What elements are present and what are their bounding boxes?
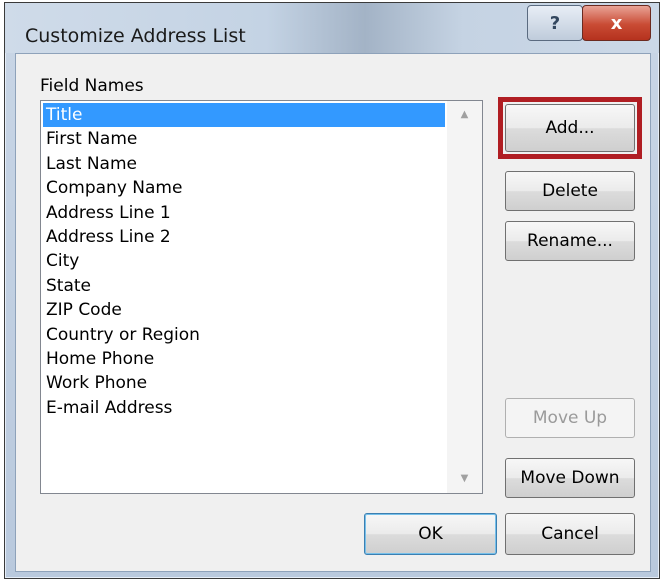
field-names-listbox[interactable]: Title First Name Last Name Company Name Addr… — [40, 100, 483, 494]
cancel-button[interactable]: Cancel — [505, 513, 635, 555]
listbox-scrollbar[interactable]: ▲ ▼ — [447, 101, 482, 493]
field-names-label: Field Names — [40, 76, 144, 96]
list-item[interactable]: City — [43, 249, 445, 273]
rename-button[interactable]: Rename... — [505, 221, 635, 261]
ok-button[interactable]: OK — [364, 513, 497, 555]
list-item[interactable]: E-mail Address — [43, 396, 445, 420]
list-item[interactable]: Address Line 1 — [43, 201, 445, 225]
close-button[interactable]: x — [582, 5, 651, 41]
title-bar[interactable]: Customize Address List ? x — [5, 3, 659, 53]
move-up-button[interactable]: Move Up — [505, 398, 635, 438]
dialog-client-area: Field Names Title First Name Last Name Comp… — [15, 53, 651, 572]
list-item[interactable]: First Name — [43, 127, 445, 151]
list-item[interactable]: ZIP Code — [43, 298, 445, 322]
field-list: Title First Name Last Name Company Name Addr… — [43, 103, 445, 420]
window-title: Customize Address List — [25, 25, 246, 47]
list-item[interactable]: Work Phone — [43, 371, 445, 395]
help-icon: ? — [549, 12, 561, 34]
list-item[interactable]: Last Name — [43, 152, 445, 176]
scroll-down-arrow-icon[interactable]: ▼ — [447, 467, 482, 491]
delete-button[interactable]: Delete — [505, 171, 635, 211]
customize-address-list-dialog: Customize Address List ? x Field Names T… — [4, 2, 660, 579]
add-button[interactable]: Add... — [505, 104, 635, 152]
move-down-button[interactable]: Move Down — [505, 458, 635, 498]
list-item[interactable]: Country or Region — [43, 323, 445, 347]
help-button[interactable]: ? — [527, 5, 583, 41]
close-icon: x — [610, 12, 623, 34]
list-item[interactable]: Address Line 2 — [43, 225, 445, 249]
list-item[interactable]: Company Name — [43, 176, 445, 200]
list-item[interactable]: Home Phone — [43, 347, 445, 371]
scroll-up-arrow-icon[interactable]: ▲ — [447, 103, 482, 127]
list-item[interactable]: Title — [43, 103, 445, 128]
list-item[interactable]: State — [43, 274, 445, 298]
